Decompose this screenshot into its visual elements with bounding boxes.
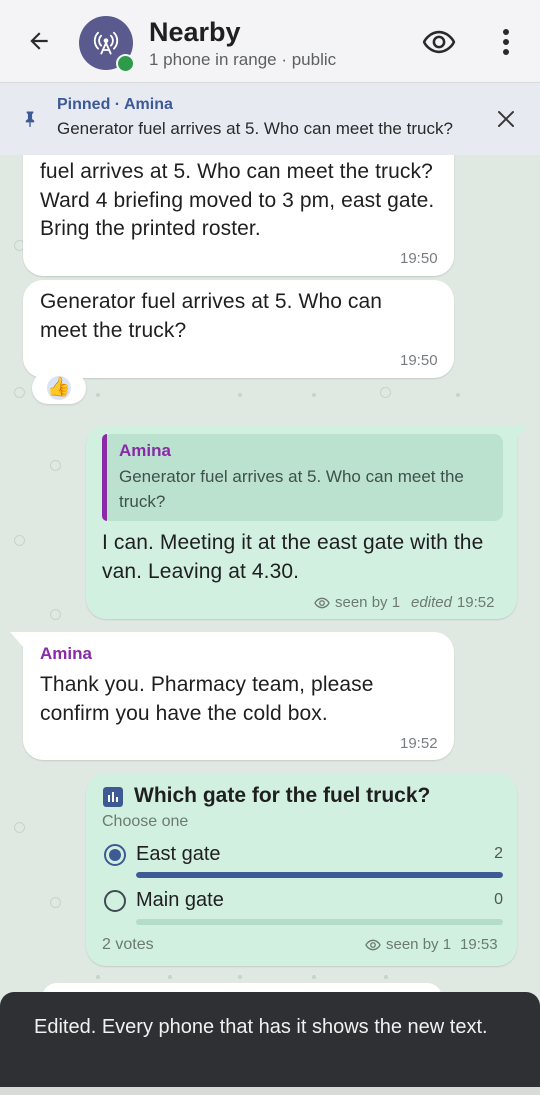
message-sender[interactable]: Amina	[40, 644, 92, 664]
reply-quote-bar	[102, 434, 107, 521]
unpin-button[interactable]	[490, 104, 522, 134]
poll-option-bar	[136, 919, 503, 925]
seen-count: seen by 1	[386, 936, 452, 953]
back-button[interactable]	[20, 22, 58, 60]
more-options-button[interactable]	[492, 22, 520, 62]
message-text: I can. Meeting it at the east gate with …	[102, 531, 484, 583]
message-text: fuel arrives at 5. Who can meet the truc…	[40, 160, 435, 240]
poll-meta: seen by 1 19:53	[365, 936, 498, 953]
bubble-tail	[10, 632, 32, 648]
message-time: 19:50	[400, 250, 438, 267]
arrow-left-icon	[30, 32, 48, 50]
close-icon	[498, 111, 514, 127]
message-meta: seen by 1 edited 19:52	[314, 594, 494, 611]
radio-unselected[interactable]	[104, 890, 126, 912]
poll-option-count: 2	[494, 845, 503, 862]
thumbs-up-reaction: 👍	[47, 376, 71, 400]
poll-icon	[103, 787, 123, 807]
chat-subtitle: 1 phone in range · public	[149, 50, 337, 69]
reaction-chip[interactable]: 👍	[32, 372, 86, 404]
pinned-label: Pinned · Amina	[57, 96, 173, 113]
reply-quote-sender: Amina	[119, 441, 171, 460]
eye-icon	[314, 597, 330, 608]
eye-icon	[422, 30, 456, 54]
broadcast-antenna-icon	[93, 31, 119, 55]
poll-option-count: 0	[494, 891, 503, 908]
message-text: Generator fuel arrives at 5. Who can mee…	[40, 290, 383, 342]
message-text: Thank you. Pharmacy team, please confirm…	[40, 673, 374, 725]
message-time: 19:53	[460, 936, 498, 953]
navigation-bar	[0, 1087, 540, 1095]
poll-question: Which gate for the fuel truck?	[134, 784, 431, 807]
poll-option-label: East gate	[136, 843, 221, 865]
more-vertical-icon	[503, 29, 509, 55]
visibility-button[interactable]	[418, 24, 460, 60]
poll-hint: Choose one	[102, 813, 189, 830]
reply-quote-text: Generator fuel arrives at 5. Who can mee…	[119, 467, 464, 511]
radio-selected[interactable]	[104, 844, 126, 866]
eye-icon	[365, 939, 381, 950]
seen-count: seen by 1	[335, 594, 401, 611]
edited-label: edited	[411, 594, 452, 611]
poll-option-bar-fill	[136, 872, 503, 878]
online-status-dot	[116, 54, 135, 73]
message-time: 19:52	[400, 735, 438, 752]
message-time: 19:50	[400, 352, 438, 369]
pin-icon	[25, 111, 35, 127]
message-time: 19:52	[456, 594, 495, 611]
chat-title: Nearby	[149, 17, 241, 47]
app-bar: Nearby 1 phone in range · public	[0, 0, 540, 83]
snackbar-text: Edited. Every phone that has it shows th…	[34, 1016, 488, 1038]
poll-option-label: Main gate	[136, 889, 224, 911]
pinned-text[interactable]: Generator fuel arrives at 5. Who can mee…	[57, 119, 477, 139]
bubble-tail	[506, 425, 528, 441]
poll-option-bar	[136, 872, 503, 878]
poll-vote-count[interactable]: 2 votes	[102, 936, 154, 954]
